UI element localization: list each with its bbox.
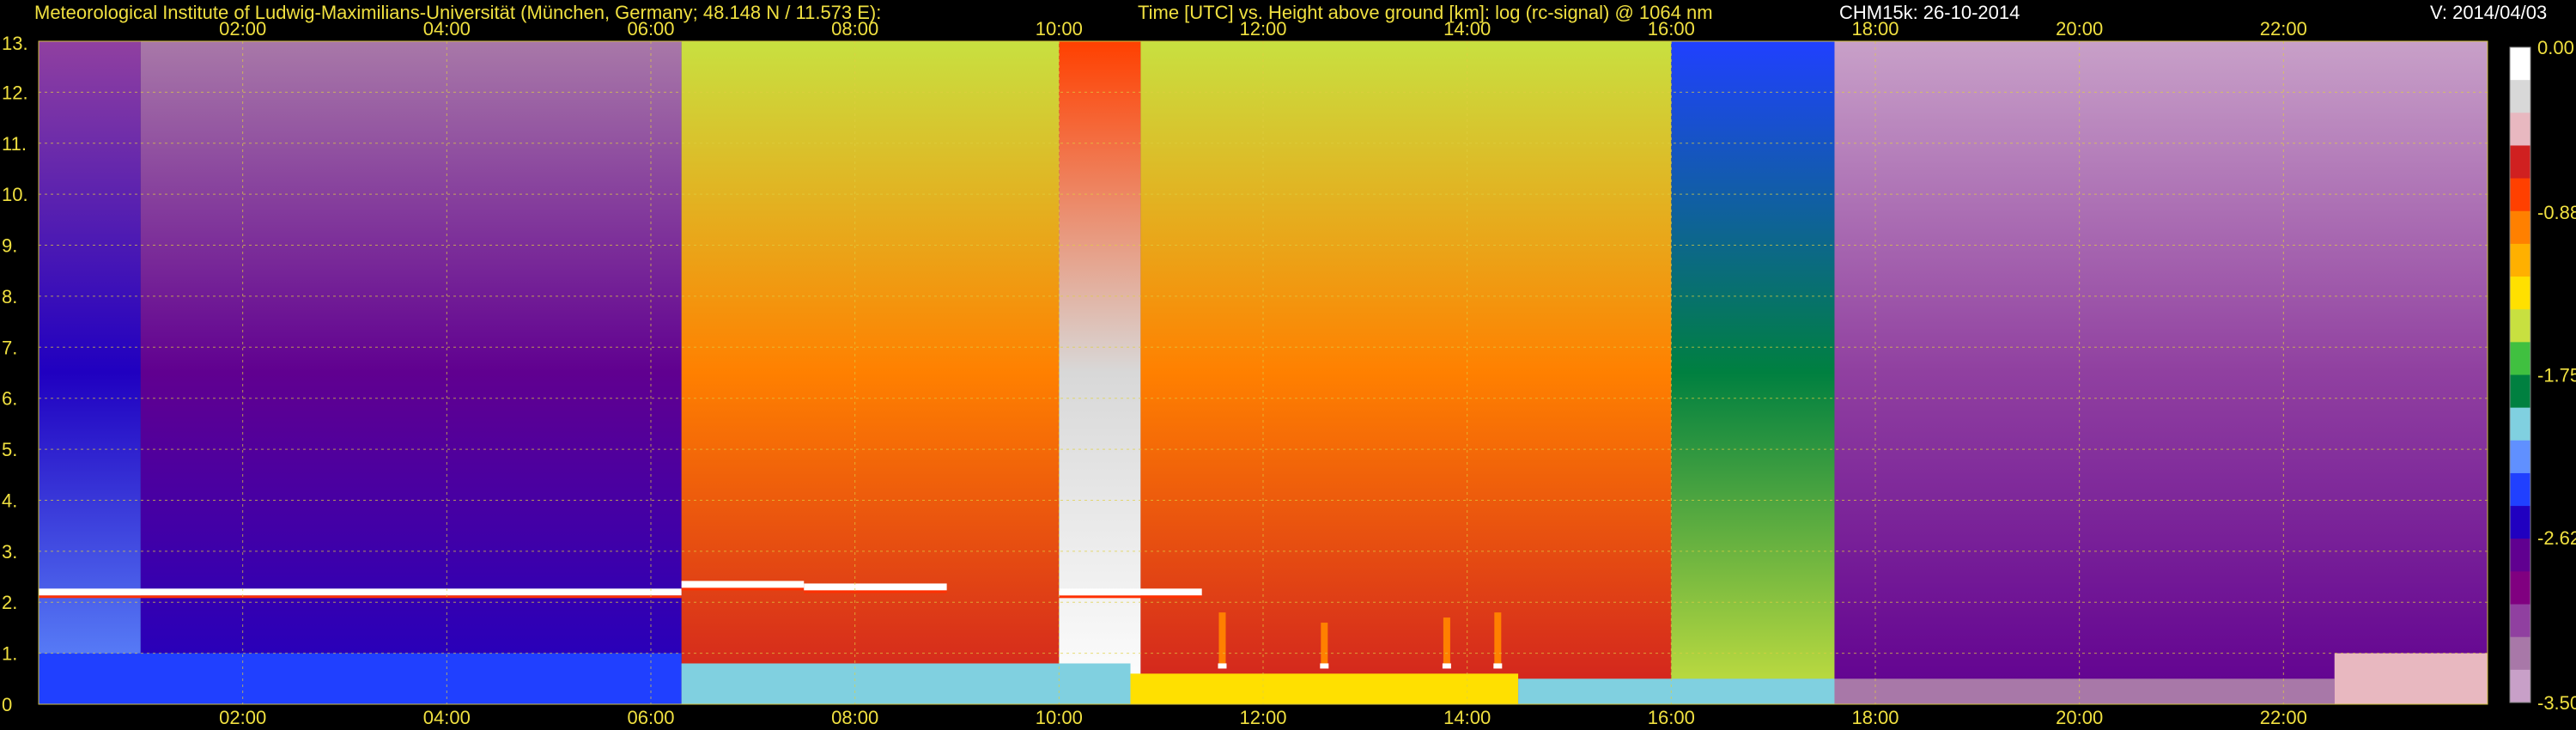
boundary-layer-top	[39, 588, 682, 596]
colorbar-segment	[2510, 407, 2530, 441]
y-tick-label: 8.	[2, 286, 17, 307]
surface-layer-segment	[1834, 678, 2335, 704]
colorbar-tick-label: -1.75	[2537, 365, 2576, 386]
surface-layer-segment	[2334, 653, 2488, 704]
y-tick-label: 5.	[2, 439, 17, 460]
y-tick-label: 13.	[2, 33, 28, 54]
cloud-echo-base	[1218, 663, 1227, 669]
x-tick-label-bottom: 22:00	[2260, 707, 2307, 728]
cloud-echo	[1494, 612, 1502, 669]
colorbar-segment	[2510, 669, 2530, 703]
x-tick-label-top: 18:00	[1851, 18, 1899, 40]
cloud-echo	[1218, 612, 1226, 669]
x-tick-label-top: 06:00	[627, 18, 674, 40]
y-tick-label: 6.	[2, 388, 17, 410]
x-tick-label-top: 16:00	[1648, 18, 1695, 40]
x-tick-label-bottom: 04:00	[423, 707, 471, 728]
colorbar-segment	[2510, 309, 2530, 343]
y-tick-label: 11.	[2, 133, 27, 155]
colorbar-segment	[2510, 277, 2530, 310]
colorbar-tick-label: -0.88	[2537, 202, 2576, 223]
boundary-layer-edge	[1059, 595, 1202, 599]
x-tick-label-top: 10:00	[1036, 18, 1083, 40]
y-tick-label: 9.	[2, 235, 17, 257]
colorbar-segment	[2510, 440, 2530, 474]
x-tick-label-top: 14:00	[1443, 18, 1491, 40]
signal-band	[1834, 41, 2488, 704]
x-tick-label-bottom: 16:00	[1648, 707, 1695, 728]
colorbar-tick-label: -2.62	[2537, 527, 2576, 549]
colorbar-segment	[2510, 210, 2530, 245]
colorbar-segment	[2510, 178, 2530, 212]
y-tick-label: 12.	[2, 82, 28, 103]
x-tick-label-bottom: 12:00	[1239, 707, 1286, 728]
x-tick-label-top: 04:00	[423, 18, 471, 40]
boundary-layer-edge	[39, 595, 682, 599]
y-tick-label: 2.	[2, 592, 17, 613]
y-tick-label: 4.	[2, 490, 17, 511]
colorbar-segment	[2510, 472, 2530, 507]
cloud-echo-base	[1320, 663, 1329, 669]
surface-layer-segment	[39, 653, 682, 704]
x-tick-label-bottom: 18:00	[1851, 707, 1899, 728]
x-tick-label-bottom: 10:00	[1036, 707, 1083, 728]
boundary-layer-edge	[804, 590, 947, 593]
signal-band	[681, 41, 1060, 704]
colorbar-tick-label: -3.50	[2537, 692, 2576, 714]
y-tick-label: 0	[2, 694, 12, 715]
x-tick-label-bottom: 06:00	[627, 707, 674, 728]
x-tick-label-top: 02:00	[219, 18, 266, 40]
surface-layer-segment	[681, 663, 1131, 704]
cloud-echo	[1443, 617, 1450, 669]
colorbar-segment	[2510, 342, 2530, 375]
y-tick-label: 1.	[2, 643, 17, 665]
colorbar-segment	[2510, 571, 2530, 605]
signal-band	[1140, 41, 1672, 704]
colorbar-segment	[2510, 145, 2530, 179]
y-tick-label: 7.	[2, 337, 17, 358]
cloud-echo-base	[1442, 663, 1451, 669]
x-tick-label-bottom: 08:00	[831, 707, 878, 728]
colorbar-segment	[2510, 113, 2530, 146]
boundary-layer-top	[804, 583, 947, 591]
x-tick-label-bottom: 20:00	[2056, 707, 2103, 728]
boundary-layer-top	[1059, 588, 1202, 596]
ceilometer-chart: Meteorological Institute of Ludwig-Maxim…	[0, 0, 2576, 730]
colorbar-segment	[2510, 243, 2530, 277]
x-tick-label-top: 22:00	[2260, 18, 2307, 40]
colorbar-segment	[2510, 47, 2530, 81]
signal-band	[1059, 41, 1141, 704]
cloud-echo	[1321, 622, 1328, 669]
x-tick-label-bottom: 14:00	[1443, 707, 1491, 728]
surface-layer-segment	[1518, 678, 1835, 704]
signal-band	[39, 41, 141, 704]
x-tick-label-top: 12:00	[1239, 18, 1286, 40]
cloud-echo-base	[1493, 663, 1503, 669]
x-tick-label-top: 08:00	[831, 18, 878, 40]
colorbar-segment	[2510, 80, 2530, 113]
y-tick-label: 3.	[2, 541, 17, 563]
surface-layer-segment	[1130, 673, 1519, 704]
x-tick-label-bottom: 02:00	[219, 707, 266, 728]
colorbar-segment	[2510, 506, 2530, 539]
colorbar-segment	[2510, 374, 2530, 409]
colorbar-segment	[2510, 636, 2530, 671]
colorbar-segment	[2510, 604, 2530, 638]
signal-band	[140, 41, 682, 704]
signal-band	[1671, 41, 1835, 704]
boundary-layer-top	[681, 581, 805, 588]
chart-svg: 02:00 02:00 04:00 04:00 06:00 06:00 08:00 08:00…	[2, 18, 2576, 728]
colorbar-tick-label: 0.00	[2537, 37, 2574, 58]
colorbar-segment	[2510, 538, 2530, 572]
x-tick-label-top: 20:00	[2056, 18, 2103, 40]
y-tick-label: 10.	[2, 184, 28, 205]
boundary-layer-edge	[681, 587, 805, 591]
